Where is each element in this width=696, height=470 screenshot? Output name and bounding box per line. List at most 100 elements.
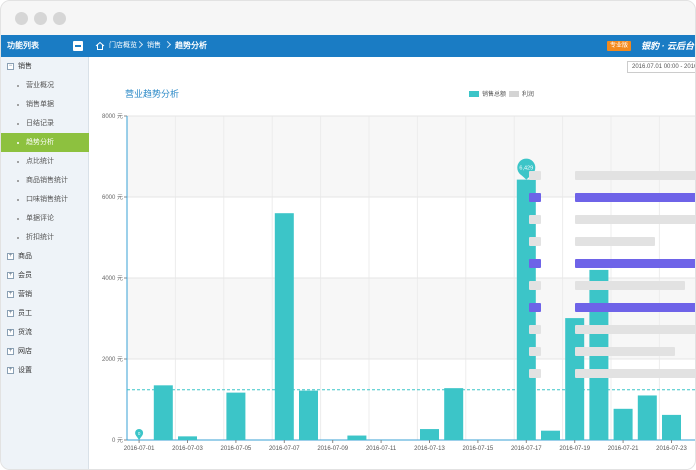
sidebar-sub-item[interactable]: 日结记录 bbox=[1, 114, 89, 133]
sidebar-menu-label: 商品 bbox=[18, 253, 32, 260]
title-bar bbox=[1, 1, 695, 35]
sidebar-menu-item[interactable]: + 商品 bbox=[1, 247, 89, 266]
overlay-row-bar bbox=[575, 215, 695, 224]
sidebar-menu-label: 员工 bbox=[18, 310, 32, 317]
x-tick-label: 2016-07-23 bbox=[656, 446, 687, 452]
sidebar-sub-item[interactable]: 单据评论 bbox=[1, 209, 89, 228]
sidebar-sub-item[interactable]: 点比统计 bbox=[1, 152, 89, 171]
overlay-row-bar bbox=[575, 193, 695, 202]
sidebar-sub-item[interactable]: 趋势分析 bbox=[1, 133, 89, 152]
sidebar-sub-item[interactable]: 销售单据 bbox=[1, 95, 89, 114]
overlay-row-marker bbox=[529, 347, 541, 356]
sidebar-menu-item[interactable]: − 销售 bbox=[1, 57, 89, 76]
y-tick-label: 4000 元 bbox=[102, 275, 123, 282]
overlay-row-bar bbox=[575, 171, 695, 180]
sidebar-menu-label: 货流 bbox=[18, 329, 32, 336]
sidebar-menu-item[interactable]: + 设置 bbox=[1, 361, 89, 380]
y-tick-label: 2000 元 bbox=[102, 356, 123, 363]
chart-bar[interactable] bbox=[274, 213, 294, 440]
expand-small-icon: + bbox=[7, 310, 14, 317]
chart-bar[interactable] bbox=[178, 436, 197, 440]
bullet-icon bbox=[17, 85, 19, 87]
expand-small-icon: + bbox=[7, 253, 14, 260]
chart-bar[interactable] bbox=[565, 318, 585, 440]
overlay-row-marker bbox=[529, 215, 541, 224]
window-maximize-dot[interactable] bbox=[53, 12, 66, 25]
x-tick-label: 2016-07-05 bbox=[221, 446, 252, 452]
bullet-icon bbox=[17, 218, 19, 220]
sidebar-sub-label: 口味销售统计 bbox=[26, 196, 68, 203]
sidebar-sub-label: 趋势分析 bbox=[26, 139, 54, 146]
sidebar-menu-item[interactable]: + 货流 bbox=[1, 323, 89, 342]
app-window: 功能列表 − 销售 营业概况 销售单据 日结记录 趋势分析 点比统计 商品销售统计 口味销售统计… bbox=[0, 0, 696, 470]
chart-bar[interactable] bbox=[153, 385, 173, 440]
chart-bar[interactable] bbox=[637, 395, 657, 440]
x-tick-label: 2016-07-03 bbox=[172, 446, 203, 452]
sidebar: 功能列表 − 销售 营业概况销售单据日结记录趋势分析点比统计商品销售统计 口味销售统计… bbox=[1, 35, 89, 469]
x-tick-label: 2016-07-07 bbox=[269, 446, 300, 452]
home-icon[interactable] bbox=[95, 41, 105, 51]
bullet-icon bbox=[17, 142, 19, 144]
sidebar-menu-item[interactable]: + 会员 bbox=[1, 266, 89, 285]
bullet-icon bbox=[17, 180, 19, 182]
sidebar-sub-label: 单据评论 bbox=[26, 215, 54, 222]
sidebar-menu-label: 营销 bbox=[18, 291, 32, 298]
sidebar-sub-item[interactable]: 商品销售统计 bbox=[1, 171, 89, 190]
sidebar-sub-label: 日结记录 bbox=[26, 120, 54, 127]
sidebar-menu-label: 会员 bbox=[18, 272, 32, 279]
window-minimize-dot[interactable] bbox=[34, 12, 47, 25]
main-content: 2016.07.01 00:00 - 2016.07.31 23:59 营业趋势… bbox=[89, 57, 695, 469]
sidebar-header: 功能列表 bbox=[1, 35, 89, 57]
expand-small-icon: + bbox=[7, 291, 14, 298]
collapse-icon[interactable] bbox=[73, 41, 83, 51]
bullet-icon bbox=[17, 123, 19, 125]
sidebar-menu-label: 网店 bbox=[18, 348, 32, 355]
overlay-row-bar bbox=[575, 259, 695, 268]
collapse-small-icon: − bbox=[7, 63, 14, 70]
sidebar-menu-item[interactable]: + 营销 bbox=[1, 285, 89, 304]
overlay-row-marker bbox=[529, 237, 541, 246]
chart-bar[interactable] bbox=[662, 414, 681, 440]
bullet-icon bbox=[17, 199, 19, 201]
sidebar-menu-label: 设置 bbox=[18, 367, 32, 374]
plan-badge: 专业版 bbox=[607, 41, 632, 51]
breadcrumb-separator-icon bbox=[163, 40, 172, 49]
sidebar-title: 功能列表 bbox=[7, 41, 39, 50]
overlay-row-bar bbox=[575, 369, 695, 378]
x-tick-label: 2016-07-09 bbox=[317, 446, 348, 452]
sidebar-sub-label: 销售单据 bbox=[26, 101, 54, 108]
chart-bar[interactable] bbox=[299, 390, 318, 440]
chart-bar[interactable] bbox=[541, 430, 560, 440]
overlay-row-marker bbox=[529, 303, 541, 312]
top-bar: 门店概览 销售 趋势分析 专业版 银豹 · 云后台 bbox=[89, 35, 695, 57]
sidebar-sub-item[interactable]: 口味销售统计 bbox=[1, 190, 89, 209]
sidebar-sub-label: 商品销售统计 bbox=[26, 177, 68, 184]
breadcrumb-separator-icon bbox=[135, 40, 144, 49]
expand-small-icon: + bbox=[7, 272, 14, 279]
x-tick-label: 2016-07-17 bbox=[511, 446, 542, 452]
overlay-row-bar bbox=[575, 347, 675, 356]
overlay-row-marker bbox=[529, 369, 541, 378]
chart-bar[interactable] bbox=[347, 435, 367, 440]
sidebar-menu-item[interactable]: + 员工 bbox=[1, 304, 89, 323]
window-close-dot[interactable] bbox=[15, 12, 28, 25]
breadcrumb-sales[interactable]: 销售 bbox=[147, 35, 161, 57]
chart-bar[interactable] bbox=[226, 392, 246, 440]
overlay-row-marker bbox=[529, 193, 541, 202]
y-tick-label: 8000 元 bbox=[102, 113, 123, 120]
expand-small-icon: + bbox=[7, 367, 14, 374]
sidebar-sub-item[interactable]: 营业概况 bbox=[1, 76, 89, 95]
y-tick-label: 0 元 bbox=[112, 437, 123, 444]
chart-bar[interactable] bbox=[444, 388, 464, 440]
breadcrumb-home[interactable]: 门店概览 bbox=[109, 35, 137, 57]
bullet-icon bbox=[17, 161, 19, 163]
overlay-row-bar bbox=[575, 325, 695, 334]
bullet-icon bbox=[17, 104, 19, 106]
chart-bar[interactable] bbox=[613, 408, 633, 440]
chart-bar[interactable] bbox=[420, 429, 439, 440]
sidebar-sub-item[interactable]: 折扣统计 bbox=[1, 228, 89, 247]
x-tick-label: 2016-07-13 bbox=[414, 446, 445, 452]
x-tick-label: 2016-07-19 bbox=[559, 446, 590, 452]
expand-small-icon: + bbox=[7, 348, 14, 355]
sidebar-menu-item[interactable]: + 网店 bbox=[1, 342, 89, 361]
